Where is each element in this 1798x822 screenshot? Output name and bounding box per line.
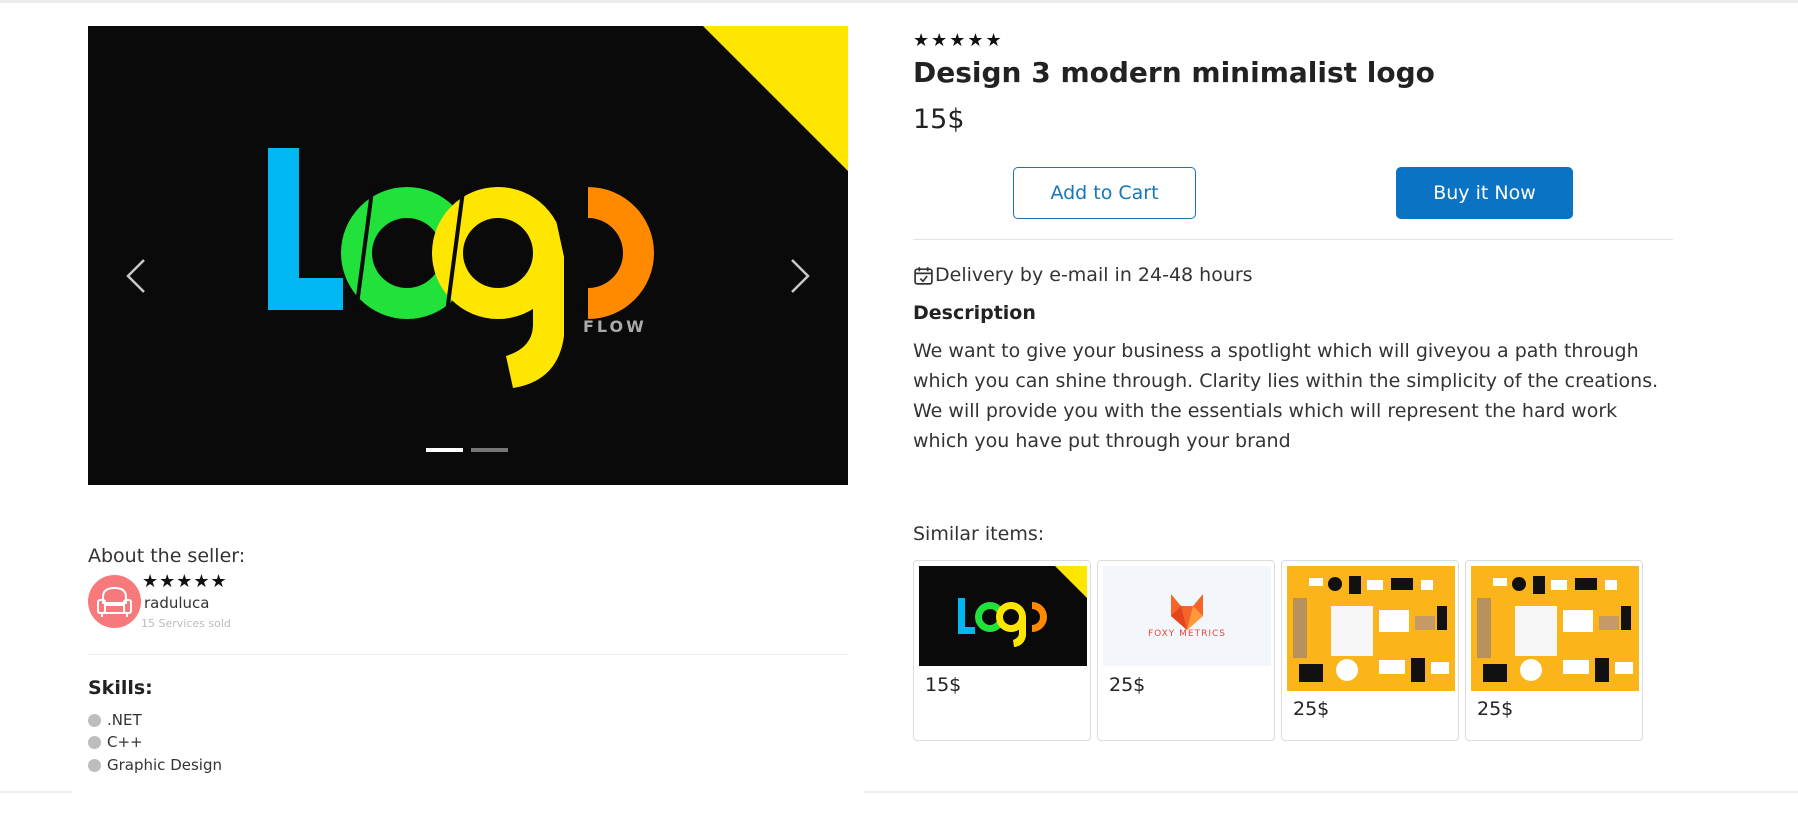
similar-item-thumbnail [1471, 566, 1639, 691]
bullet-dot-icon [88, 735, 101, 749]
services-sold-count: 15 Services sold [141, 617, 231, 630]
stationery-mockup-image [1477, 576, 1633, 682]
fox-logo-icon [1171, 594, 1203, 630]
calendar-check-icon [914, 266, 933, 285]
bottom-divider-gap [72, 789, 864, 795]
similar-item-card[interactable]: 25$ [1465, 560, 1643, 741]
skill-label: Graphic Design [107, 756, 222, 774]
chevron-right-icon [791, 259, 810, 293]
product-image-carousel[interactable]: FLOW [88, 26, 848, 485]
carousel-indicator-2[interactable] [471, 448, 508, 452]
similar-item-price: 25$ [1293, 698, 1330, 720]
divider [913, 239, 1673, 240]
skills-heading: Skills: [88, 677, 153, 699]
similar-item-price: 15$ [925, 674, 962, 696]
chevron-left-icon [126, 259, 145, 293]
description-text: We want to give your business a spotligh… [913, 340, 1659, 452]
add-to-cart-button[interactable]: Add to Cart [1013, 167, 1196, 219]
product-rating-stars: ★★★★★ [913, 30, 1004, 51]
similar-item-price: 25$ [1109, 674, 1146, 696]
armchair-icon [97, 586, 132, 617]
product-price: 15$ [913, 104, 965, 135]
similar-item-thumbnail [919, 566, 1087, 666]
seller-avatar[interactable] [88, 575, 141, 628]
skill-label: .NET [107, 711, 142, 729]
foxy-metrics-brand-text: FOXY METRICS [1147, 629, 1227, 639]
bullet-dot-icon [88, 758, 101, 772]
description-heading: Description [913, 302, 1036, 324]
seller-rating-stars: ★★★★★ [142, 571, 228, 592]
carousel-prev-button[interactable] [118, 246, 158, 306]
similar-item-card[interactable]: 25$ [1281, 560, 1459, 741]
skill-item: .NET [88, 711, 142, 729]
carousel-indicators [426, 448, 508, 452]
logo-flow-image [268, 148, 654, 388]
stationery-mockup-image [1293, 576, 1449, 682]
delivery-text: Delivery by e-mail in 24-48 hours [935, 264, 1253, 286]
bullet-dot-icon [88, 713, 101, 727]
skill-item: C++ [88, 733, 143, 751]
about-seller-label: About the seller: [88, 545, 246, 567]
divider [88, 654, 848, 655]
seller-name[interactable]: raduluca [144, 594, 210, 612]
similar-item-price: 25$ [1477, 698, 1514, 720]
similar-item-card[interactable]: FOXY METRICS 25$ [1097, 560, 1275, 741]
logo-flow-thumbnail [958, 566, 1087, 647]
top-divider [0, 0, 1798, 3]
similar-item-thumbnail [1287, 566, 1455, 691]
buy-now-button[interactable]: Buy it Now [1396, 167, 1573, 219]
carousel-next-button[interactable] [778, 246, 818, 306]
similar-items-label: Similar items: [913, 523, 1045, 545]
similar-item-card[interactable]: 15$ [913, 560, 1091, 741]
similar-item-thumbnail: FOXY METRICS [1103, 566, 1271, 666]
skill-item: Graphic Design [88, 756, 222, 774]
carousel-indicator-1[interactable] [426, 448, 463, 452]
product-title: Design 3 modern minimalist logo [913, 56, 1435, 89]
skill-label: C++ [107, 733, 143, 751]
delivery-info: Delivery by e-mail in 24-48 hours [913, 264, 1253, 286]
logo-subtext: FLOW [583, 317, 647, 336]
